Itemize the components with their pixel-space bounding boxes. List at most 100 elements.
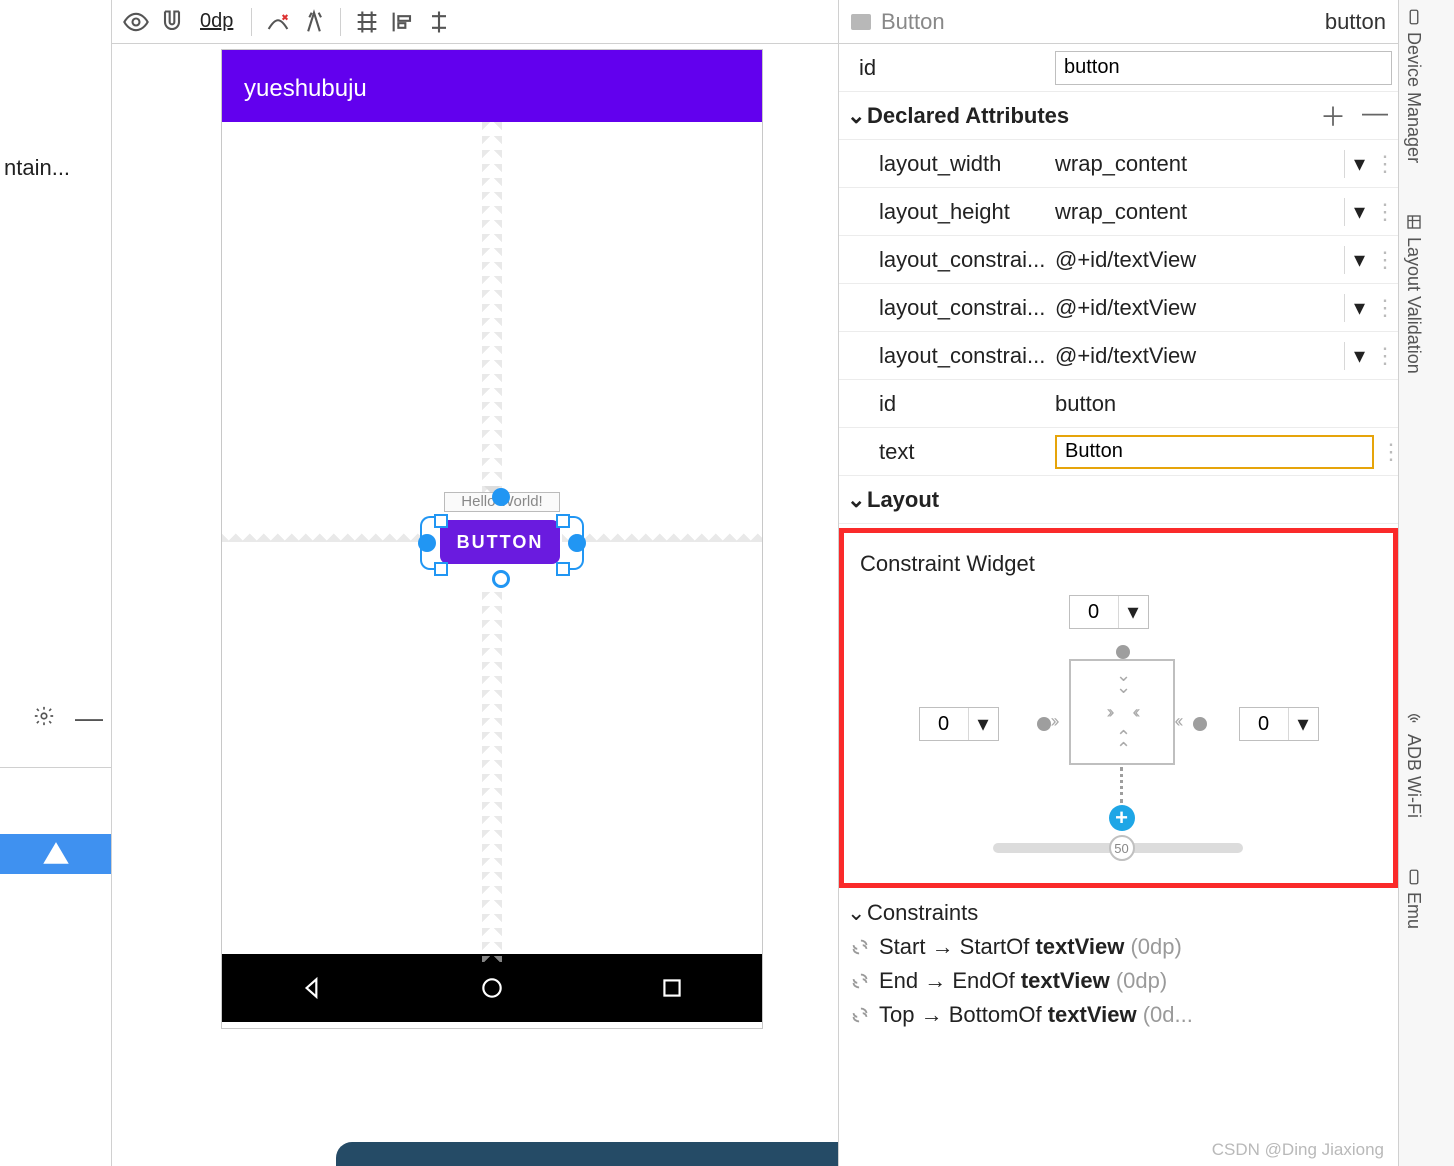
dropdown-icon[interactable]: ▾ [1288, 708, 1318, 740]
constraint-widget-highlight: Constraint Widget ▾ ▾ ▾ ›› ‹‹ ⌄⌄ ››‹‹ ⌃⌃… [839, 528, 1398, 888]
constraint-anchor-bottom[interactable] [492, 570, 510, 588]
constraint-box[interactable]: ⌄⌄ ››‹‹ ⌃⌃ [1069, 659, 1175, 765]
dropdown-icon[interactable]: ▾ [1118, 596, 1148, 628]
section-layout[interactable]: ⌄ Layout [839, 476, 1398, 524]
attr-value[interactable]: @+id/textView [1055, 295, 1344, 321]
constraint-anchor-left[interactable] [418, 534, 436, 552]
tab-layout-validation[interactable]: Layout Validation [1399, 205, 1428, 382]
attr-value[interactable]: @+id/textView [1055, 343, 1344, 369]
app-title-bar: yueshubuju [222, 56, 762, 122]
component-badge-icon [851, 14, 871, 30]
dropdown-icon[interactable]: ▾ [968, 708, 998, 740]
attr-id-input[interactable] [1055, 51, 1392, 85]
default-margin-button[interactable]: 0dp [194, 10, 239, 33]
android-nav-bar [222, 954, 762, 1022]
tab-adb-wifi[interactable]: ADB Wi-Fi [1399, 702, 1428, 826]
constraint-item[interactable]: End → EndOf textView (0dp) [849, 964, 1398, 998]
attr-label: layout_constrai... [839, 295, 1049, 321]
constraint-anchor-top[interactable] [492, 488, 510, 506]
grip-icon[interactable]: ⋮ [1384, 438, 1398, 466]
attr-label: id [839, 391, 1049, 417]
margin-left-input[interactable] [920, 713, 968, 736]
attr-label: layout_width [839, 151, 1049, 177]
button-widget[interactable]: BUTTON [440, 520, 560, 564]
nav-home-icon[interactable] [479, 975, 505, 1001]
constraint-link-dot[interactable] [1037, 717, 1051, 731]
section-label: Constraints [867, 900, 978, 926]
grip-icon[interactable]: ⋮ [1378, 150, 1392, 178]
section-declared-attributes[interactable]: ⌄ Declared Attributes ＋— [839, 92, 1398, 140]
bias-slider[interactable]: 50 [993, 843, 1243, 853]
margin-right-input[interactable] [1240, 713, 1288, 736]
section-label: Layout [867, 487, 939, 513]
resize-handle[interactable] [556, 514, 570, 528]
remove-attr-icon[interactable]: — [1362, 97, 1388, 134]
clear-constraints-icon[interactable] [264, 8, 292, 36]
dropdown-icon[interactable]: ▾ [1344, 294, 1374, 322]
component-typename: button [1325, 9, 1386, 35]
add-attr-icon[interactable]: ＋ [1320, 97, 1346, 134]
constraint-anchor-right[interactable] [568, 534, 586, 552]
dropdown-icon[interactable]: ▾ [1344, 246, 1374, 274]
minus-icon[interactable]: — [75, 702, 103, 734]
attr-text-input[interactable] [1055, 435, 1374, 469]
watermark: CSDN @Ding Jiaxiong [1212, 1140, 1384, 1160]
resize-handle[interactable] [556, 562, 570, 576]
resize-handle[interactable] [434, 562, 448, 576]
constraint-item[interactable]: Start → StartOf textView (0dp) [849, 930, 1398, 964]
component-type: Button [881, 9, 945, 35]
attr-label: layout_constrai... [839, 343, 1049, 369]
bias-thumb[interactable]: 50 [1109, 835, 1135, 861]
selected-widget-group[interactable]: Hello World! BUTTON [422, 492, 582, 598]
attr-label: layout_height [839, 199, 1049, 225]
chevron-down-icon: ⌄ [847, 103, 861, 129]
constraint-widget-diagram[interactable]: ▾ ▾ ▾ ›› ‹‹ ⌄⌄ ››‹‹ ⌃⌃ + 50 [919, 595, 1319, 855]
chevron-down-icon: ⌄ [847, 900, 861, 926]
tab-emulator[interactable]: Emu [1399, 860, 1428, 937]
dropdown-icon[interactable]: ▾ [1344, 198, 1374, 226]
attr-label: layout_constrai... [839, 247, 1049, 273]
pack-icon[interactable] [353, 8, 381, 36]
grip-icon[interactable]: ⋮ [1378, 342, 1392, 370]
align-icon[interactable] [389, 8, 417, 36]
margin-top-input[interactable] [1070, 601, 1118, 624]
add-constraint-icon[interactable]: + [1109, 805, 1135, 831]
attr-value[interactable]: button [1055, 391, 1392, 417]
attr-label: text [839, 439, 1049, 465]
resize-handle[interactable] [434, 514, 448, 528]
dropdown-icon[interactable]: ▾ [1344, 150, 1374, 178]
attr-id-label: id [839, 55, 1049, 81]
grip-icon[interactable]: ⋮ [1378, 246, 1392, 274]
spring-icon: ‹‹ [1175, 711, 1181, 732]
device-frame: yueshubuju Hello World! BUTTON [222, 50, 762, 1028]
warning-badge[interactable] [0, 834, 111, 874]
constraint-link-dot[interactable] [1193, 717, 1207, 731]
design-toolbar: 0dp ? [112, 0, 934, 44]
emulator-preview-edge [336, 1142, 880, 1166]
infer-constraints-icon[interactable] [300, 8, 328, 36]
truncated-tree-item[interactable]: ntain... [4, 155, 70, 181]
nav-recent-icon[interactable] [659, 975, 685, 1001]
attributes-panel: Button button id ⌄ Declared Attributes ＋… [838, 0, 1398, 1166]
right-tool-sidebar: Device Manager Layout Validation ADB Wi-… [1398, 0, 1454, 1166]
grip-icon[interactable]: ⋮ [1378, 198, 1392, 226]
nav-back-icon[interactable] [299, 975, 325, 1001]
constraint-link-dot[interactable] [1116, 645, 1130, 659]
attr-value[interactable]: @+id/textView [1055, 247, 1344, 273]
eye-icon[interactable] [122, 8, 150, 36]
spring-icon: ›› [1051, 711, 1057, 732]
gear-icon[interactable] [33, 705, 55, 732]
chevron-down-icon: ⌄ [847, 487, 861, 513]
dropdown-icon[interactable]: ▾ [1344, 342, 1374, 370]
constraint-widget-title: Constraint Widget [854, 545, 1383, 595]
component-tree-panel: ntain... — [0, 0, 112, 1166]
design-canvas[interactable]: yueshubuju Hello World! BUTTON [112, 44, 902, 1166]
grip-icon[interactable]: ⋮ [1378, 294, 1392, 322]
section-constraints[interactable]: ⌄ Constraints [839, 892, 1398, 930]
magnet-icon[interactable] [158, 8, 186, 36]
attr-value[interactable]: wrap_content [1055, 151, 1344, 177]
guideline-icon[interactable] [425, 8, 453, 36]
constraint-item[interactable]: Top → BottomOf textView (0d... [849, 998, 1398, 1032]
tab-device-manager[interactable]: Device Manager [1399, 0, 1428, 171]
attr-value[interactable]: wrap_content [1055, 199, 1344, 225]
